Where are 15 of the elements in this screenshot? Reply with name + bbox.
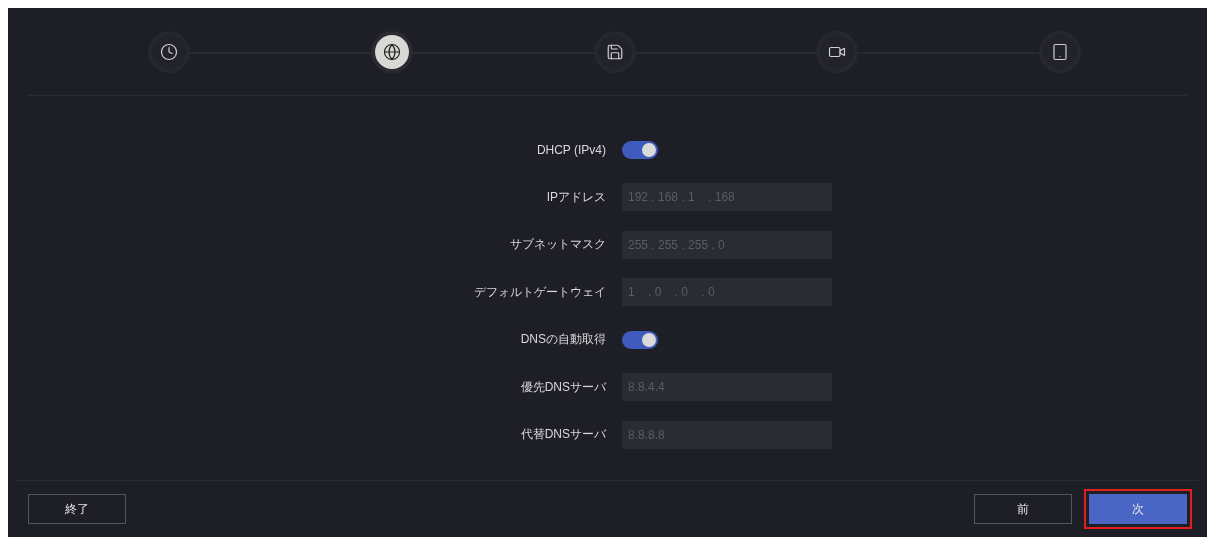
field-label: デフォルトゲートウェイ — [473, 283, 606, 301]
field-label: サブネットマスク — [509, 236, 606, 254]
tablet-icon — [1051, 42, 1069, 61]
previous-button[interactable]: 前 — [974, 494, 1072, 524]
globe-icon — [382, 42, 401, 61]
exit-button[interactable]: 終了 — [28, 494, 126, 524]
field-label: 代替DNSサーバ — [519, 426, 606, 444]
field-label: DHCP (IPv4) — [535, 142, 606, 157]
field-label: DNSの自動取得 — [519, 331, 606, 349]
field-label: IPアドレス — [545, 188, 606, 206]
next-button[interactable]: 次 — [1089, 494, 1187, 524]
clock-icon — [160, 42, 178, 61]
field-label: 優先DNSサーバ — [519, 378, 606, 396]
toggle-switch[interactable] — [622, 140, 658, 159]
toggle-switch[interactable] — [622, 330, 658, 349]
